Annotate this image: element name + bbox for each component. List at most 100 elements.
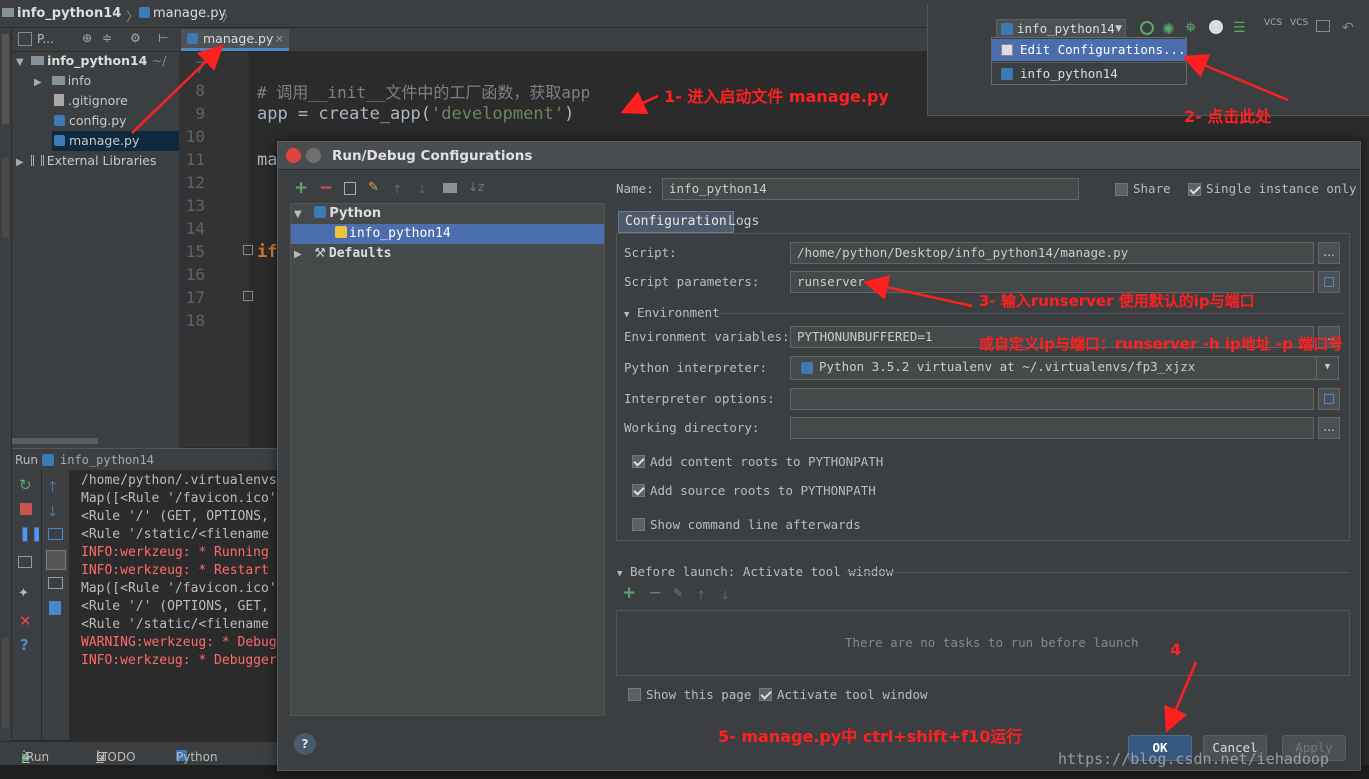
vcs-update-icon[interactable]: VCS — [1264, 18, 1282, 28]
show-cmd-checkbox[interactable] — [632, 518, 645, 531]
tree-item-label: .gitignore — [68, 93, 128, 108]
rerun-icon[interactable]: ↻ — [19, 476, 32, 494]
expanded-arrow-icon: ▼ — [624, 310, 630, 320]
move-task-down-icon[interactable]: 🡓 — [722, 586, 728, 607]
tree-python[interactable]: ▼ Python — [291, 204, 604, 224]
rerun-icon[interactable] — [1140, 21, 1154, 35]
source-roots-checkbox[interactable] — [632, 484, 645, 497]
structure-tool-tab[interactable] — [2, 158, 9, 238]
revert-icon[interactable]: ↶ — [1342, 20, 1354, 36]
help-button[interactable]: ? — [294, 733, 316, 755]
history-icon[interactable] — [1316, 20, 1330, 32]
sync-icon[interactable]: ⊕ — [82, 31, 92, 45]
gear-icon[interactable]: ⚙ — [130, 31, 141, 45]
arrow-up-icon[interactable]: 🡑 — [49, 476, 56, 500]
tree-defaults[interactable]: ▶ ⚒ Defaults — [291, 244, 604, 264]
add-icon[interactable]: + — [294, 178, 308, 198]
browse-workdir-button[interactable]: ... — [1318, 417, 1340, 439]
bottom-tab-todo[interactable]: ☑ 6: TODO — [96, 746, 136, 764]
expand-params-button[interactable] — [1318, 271, 1340, 293]
content-roots-checkbox[interactable] — [632, 455, 645, 468]
trash-icon[interactable] — [49, 601, 61, 615]
sort-icon[interactable]: ↓z — [468, 180, 484, 194]
close-window-icon[interactable] — [286, 148, 301, 163]
tree-root[interactable]: ▼ info_python14 ~/ — [16, 51, 166, 71]
vcs-commit-icon[interactable]: VCS — [1290, 18, 1308, 28]
add-task-icon[interactable]: + — [622, 583, 636, 603]
project-view-icon[interactable] — [18, 32, 32, 46]
close-icon[interactable]: ✕ — [19, 612, 32, 630]
folder-icon[interactable] — [443, 183, 457, 193]
line-number: 8 — [195, 81, 205, 100]
arrow-down-icon[interactable]: 🡓 — [49, 501, 56, 525]
favorites-tool-tab[interactable] — [2, 638, 9, 728]
show-page-checkbox[interactable] — [628, 688, 641, 701]
stop-icon[interactable] — [20, 503, 32, 515]
remove-icon[interactable]: − — [319, 178, 333, 198]
breadcrumb-file-label: manage.py — [153, 6, 227, 21]
script-input[interactable]: /home/python/Desktop/info_python14/manag… — [790, 242, 1314, 264]
print-icon[interactable] — [48, 577, 63, 589]
wrench-icon: ⚒ — [314, 246, 326, 261]
tree-item-gitignore[interactable]: .gitignore — [54, 91, 128, 111]
minimize-window-icon[interactable] — [306, 148, 321, 163]
edit-task-icon[interactable]: ✎ — [673, 586, 683, 600]
before-launch-list[interactable]: There are no tasks to run before launch — [616, 610, 1350, 676]
profile-icon[interactable] — [1209, 20, 1223, 34]
share-checkbox[interactable] — [1115, 183, 1128, 196]
soft-wrap-icon[interactable] — [48, 528, 63, 540]
interp-options-input[interactable] — [790, 388, 1314, 410]
project-tool-tab[interactable] — [2, 34, 9, 124]
close-tab-icon[interactable]: × — [275, 29, 284, 48]
run-panel-header: Run info_python14 — [12, 448, 277, 470]
move-down-icon[interactable]: 🡓 — [419, 180, 425, 201]
remove-task-icon[interactable]: − — [648, 583, 662, 603]
fold-icon[interactable] — [243, 245, 253, 255]
move-up-icon[interactable]: 🡑 — [394, 180, 400, 201]
breadcrumb-project[interactable]: info_python14 — [2, 6, 121, 21]
single-instance-checkbox[interactable] — [1188, 183, 1201, 196]
collapse-icon[interactable]: ≑ — [102, 31, 112, 45]
wrench-icon[interactable]: ✎ — [368, 180, 379, 195]
expand-options-button[interactable] — [1318, 388, 1340, 410]
tree-item-config[interactable]: config.py — [54, 111, 127, 131]
tree-info-python14[interactable]: info_python14 — [291, 224, 604, 244]
run-debug-dialog: Run/Debug Configurations + − ✎ 🡑 🡓 ↓z ▼ … — [277, 141, 1361, 771]
move-task-up-icon[interactable]: 🡑 — [698, 586, 704, 607]
environment-toggle[interactable]: ▼ Environment — [624, 305, 720, 320]
scroll-to-end-icon[interactable] — [46, 550, 66, 570]
fold-icon[interactable] — [243, 291, 253, 301]
workdir-input[interactable] — [790, 417, 1314, 439]
copy-icon[interactable] — [344, 182, 356, 195]
debug-icon[interactable]: ✺ — [1162, 20, 1175, 38]
run-config-selector[interactable]: info_python14 ▼ — [996, 19, 1126, 39]
coverage-icon[interactable]: ⛯ — [1185, 20, 1196, 36]
run-config-selected: info_python14 — [1017, 21, 1115, 36]
menu-item-edit-configurations[interactable]: Edit Configurations... — [992, 39, 1186, 61]
activate-tool-checkbox[interactable] — [759, 688, 772, 701]
interpreter-select[interactable]: Python 3.5.2 virtualenv at ~/.virtualenv… — [790, 356, 1339, 380]
browse-script-button[interactable]: ... — [1318, 242, 1340, 264]
pause-icon[interactable]: ❚❚ — [19, 526, 42, 542]
content-roots-label: Add content roots to PYTHONPATH — [650, 454, 884, 469]
bottom-tab-run[interactable]: ▶ 4: Run — [22, 746, 49, 764]
tab-configuration[interactable]: Configuration — [618, 211, 734, 233]
config-tree: ▼ Python info_python14 ▶ ⚒ Defaults — [290, 203, 605, 716]
project-view-selector[interactable]: P... — [37, 32, 54, 46]
menu-item-info-python14[interactable]: info_python14 — [992, 63, 1186, 85]
code-comment: # 调用__init__文件中的工厂函数，获取app — [257, 83, 591, 102]
hide-icon[interactable]: ⊢ — [158, 31, 168, 45]
tree-item-external-libraries[interactable]: ▶ External Libraries — [16, 151, 157, 171]
run-console[interactable]: /home/python/.virtualenvs Map([<Rule '/fa… — [70, 470, 280, 740]
tree-item-manage[interactable]: manage.py — [52, 131, 179, 151]
settings-icon[interactable]: ✦ — [18, 586, 29, 601]
name-input[interactable]: info_python14 — [662, 178, 1079, 200]
tree-item-info[interactable]: ▶ info — [34, 71, 91, 91]
tab-logs[interactable]: Logs — [722, 212, 765, 234]
dump-threads-icon[interactable] — [18, 556, 32, 568]
concurrency-icon[interactable]: ☰ — [1233, 20, 1246, 36]
help-icon[interactable]: ? — [20, 636, 29, 654]
breadcrumb-file[interactable]: manage.py — [139, 6, 226, 21]
horizontal-scrollbar[interactable] — [12, 438, 98, 444]
editor-tab-manage[interactable]: manage.py × — [181, 29, 289, 51]
